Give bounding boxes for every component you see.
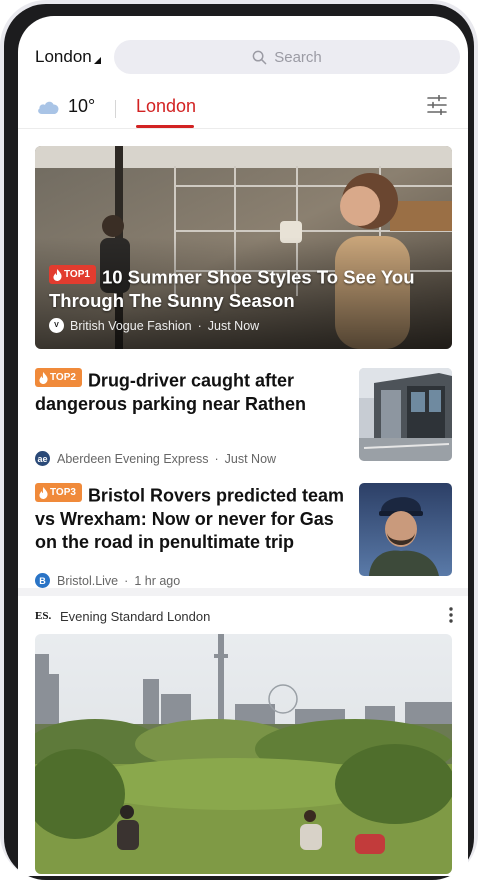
section-divider: [18, 588, 468, 596]
hero-title: TOP1 10 Summer Shoe Styles To See You Th…: [49, 265, 444, 312]
hero-source-name: British Vogue Fashion: [70, 318, 192, 333]
header-divider: [115, 100, 116, 118]
flame-icon: [53, 268, 62, 281]
location-caret-icon: [93, 57, 101, 64]
filter-button[interactable]: [426, 94, 448, 120]
top2-badge-label: TOP2: [50, 372, 76, 383]
vogue-logo-icon: V: [49, 318, 64, 333]
app-screen: London Search 10° London TOP1 10 Summer …: [18, 16, 468, 876]
hero-article[interactable]: TOP1 10 Summer Shoe Styles To See You Th…: [35, 146, 452, 349]
card-source[interactable]: ES. Evening Standard London: [35, 608, 210, 624]
meta-dot: ·: [214, 451, 219, 466]
phone-bezel: London Search 10° London TOP1 10 Summer …: [4, 4, 474, 880]
top1-badge-label: TOP1: [64, 269, 90, 280]
location-selector[interactable]: London: [35, 47, 101, 67]
temperature: 10°: [68, 96, 96, 116]
search-bar[interactable]: Search: [114, 40, 460, 74]
top3-badge-label: TOP3: [50, 487, 76, 498]
app-header: London Search 10° London: [18, 16, 468, 129]
header-separator: [18, 128, 468, 129]
top1-badge: TOP1: [49, 265, 96, 284]
article-time: 1 hr ago: [134, 573, 181, 588]
cloud-icon: [38, 101, 59, 114]
article-meta: ae Aberdeen Evening Express · Just Now: [35, 451, 276, 466]
search-icon: [252, 50, 267, 64]
article-title: TOP3 Bristol Rovers predicted team vs Wr…: [35, 483, 353, 554]
card-source-name: Evening Standard London: [60, 608, 211, 624]
article-title: TOP2 Drug-driver caught after dangerous …: [35, 368, 353, 416]
source-logo-icon: B: [35, 573, 50, 588]
flame-icon: [39, 371, 48, 384]
flame-icon: [39, 486, 48, 499]
more-vertical-icon: [449, 607, 453, 623]
more-options-button[interactable]: [448, 606, 454, 629]
source-logo-icon: ae: [35, 451, 50, 466]
article-time: Just Now: [224, 451, 277, 466]
phone-frame: London Search 10° London TOP1 10 Summer …: [0, 0, 478, 880]
weather-widget[interactable]: 10°: [36, 96, 95, 117]
meta-dot: ·: [197, 318, 202, 333]
top3-badge: TOP3: [35, 483, 82, 502]
article-source: Bristol.Live: [57, 573, 119, 588]
meta-dot: ·: [124, 573, 129, 588]
evening-standard-logo-icon: ES.: [35, 610, 52, 622]
article-item[interactable]: TOP2 Drug-driver caught after dangerous …: [35, 368, 452, 468]
hero-source: V British Vogue Fashion · Just Now: [49, 318, 259, 333]
article-thumbnail: [359, 483, 452, 576]
top2-badge: TOP2: [35, 368, 82, 387]
article-thumbnail: [359, 368, 452, 461]
article-item[interactable]: TOP3 Bristol Rovers predicted team vs Wr…: [35, 483, 452, 588]
location-name: London: [35, 47, 92, 66]
tab-london[interactable]: London: [136, 96, 196, 117]
hero-time: Just Now: [207, 318, 260, 333]
card-image[interactable]: [35, 634, 452, 874]
hero-title-text: 10 Summer Shoe Styles To See You Through…: [49, 266, 415, 311]
article-source: Aberdeen Evening Express: [57, 451, 209, 466]
sliders-icon: [427, 94, 447, 116]
article-meta: B Bristol.Live · 1 hr ago: [35, 573, 180, 588]
search-placeholder: Search: [274, 48, 322, 66]
